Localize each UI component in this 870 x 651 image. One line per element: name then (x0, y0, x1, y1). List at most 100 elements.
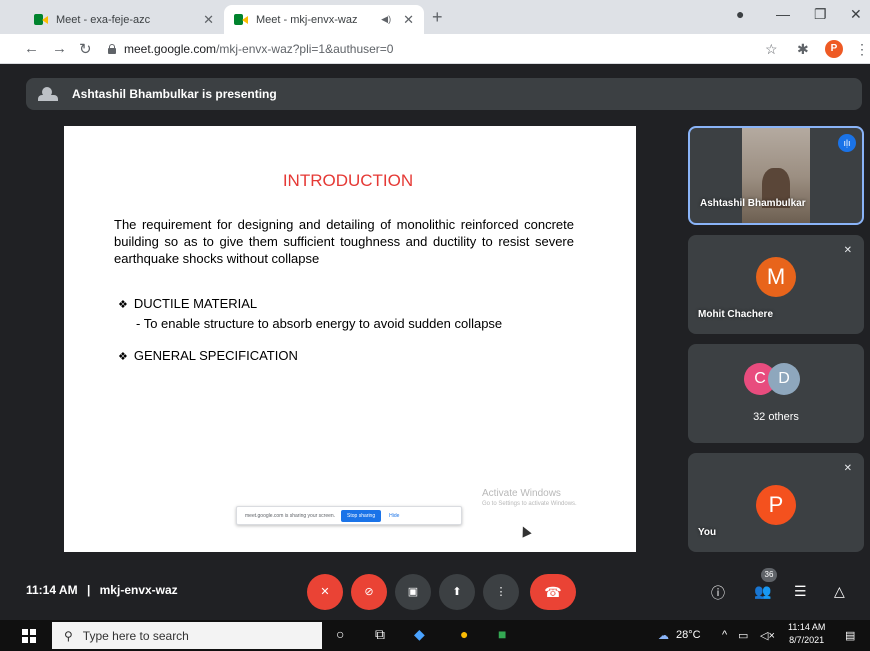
leave-call-button[interactable]: ☎ (530, 574, 576, 610)
bullet-diamond-icon: ❖ (118, 299, 128, 311)
restore-icon[interactable]: ❐ (814, 6, 827, 23)
camera-off-icon: ⊘ (364, 586, 374, 598)
others-tile[interactable]: C D 32 others (688, 344, 864, 443)
minimize-icon[interactable]: — (776, 6, 790, 22)
bullet-text: GENERAL SPECIFICATION (133, 348, 298, 363)
url-host: meet.google.com (124, 42, 217, 56)
taskbar-clock[interactable]: 11:14 AM 8/7/2021 (788, 621, 825, 647)
profile-avatar[interactable]: P (825, 40, 843, 58)
address-bar[interactable]: meet.google.com/mkj-envx-waz?pli=1&authu… (108, 39, 798, 59)
more-vert-icon: ⋮ (495, 586, 507, 598)
bullet-text: DUCTILE MATERIAL (133, 296, 258, 311)
browser-toolbar: ← → ↻ meet.google.com/mkj-envx-waz?pli=1… (0, 34, 870, 64)
participant-video (742, 128, 810, 223)
chat-icon[interactable]: ☰ (794, 583, 807, 600)
slide-title: INTRODUCTION (282, 171, 414, 190)
menu-icon[interactable]: ⋮ (855, 41, 869, 58)
captions-button[interactable]: ▣ (395, 574, 431, 610)
weather-icon[interactable]: ☁ (658, 629, 669, 642)
mouse-cursor-icon (518, 524, 532, 538)
slide-sub-bullet: - To enable structure to absorb energy t… (136, 316, 503, 331)
forward-icon[interactable]: → (52, 40, 67, 57)
activate-windows-watermark: Activate Windows Go to Settings to activ… (482, 488, 577, 507)
participant-name: Mohit Chachere (698, 309, 774, 320)
separator: | (86, 583, 91, 597)
clock-date: 8/7/2021 (789, 635, 825, 645)
temperature[interactable]: 28°C (676, 629, 701, 641)
avatar: D (768, 363, 800, 395)
search-placeholder: Type here to search (82, 628, 189, 643)
lock-icon[interactable] (108, 44, 116, 54)
windows-start-icon[interactable] (22, 629, 36, 643)
audio-playing-icon[interactable]: ◀) (381, 14, 391, 25)
avatar: P (756, 485, 796, 525)
presenter-avatar-icon (38, 87, 60, 101)
presenting-banner: Ashtashil Bhambulkar is presenting (26, 78, 862, 110)
browser-tab-active[interactable]: Meet - mkj-envx-waz ◀) ✕ (224, 5, 424, 34)
info-icon[interactable]: ⓘ (711, 583, 725, 603)
meeting-controls: 11:14 AM | mkj-envx-waz ✕ ⊘ ▣ ⬆ ⋮ ☎ ⓘ 36… (0, 568, 870, 618)
activities-icon[interactable]: △ (834, 583, 845, 600)
mic-off-icon: ✕ (843, 463, 852, 474)
meeting-code: mkj-envx-waz (99, 583, 178, 597)
close-tab-icon[interactable]: ✕ (403, 12, 414, 28)
app-icon[interactable]: ◆ (414, 626, 425, 643)
mic-off-icon: ✕ (843, 245, 852, 256)
self-tile[interactable]: ✕ P You (688, 453, 864, 552)
speaking-indicator-icon: ıḷı (838, 134, 856, 152)
captions-icon: ▣ (407, 586, 419, 598)
cortana-icon[interactable]: ○ (336, 626, 344, 642)
bullet-diamond-icon: ❖ (118, 351, 128, 363)
stop-sharing-button[interactable]: Stop sharing (341, 509, 382, 522)
slide-bullet: ❖ GENERAL SPECIFICATION (118, 348, 298, 363)
participant-name: You (698, 527, 717, 538)
browser-tab[interactable]: Meet - exa-feje-azc ✕ (24, 5, 224, 34)
others-count: 32 others (753, 411, 799, 423)
participant-tile[interactable]: ✕ M Mohit Chachere (688, 235, 864, 334)
people-count-badge: 36 (761, 568, 777, 582)
meeting-details: 11:14 AM | mkj-envx-waz (26, 583, 178, 597)
reload-icon[interactable]: ↻ (79, 40, 92, 58)
task-view-icon[interactable]: ⧉ (375, 626, 385, 643)
volume-icon[interactable]: ◁× (760, 629, 775, 642)
close-tab-icon[interactable]: ✕ (203, 12, 214, 28)
tray-chevron-icon[interactable]: ^ (722, 629, 727, 641)
slide-body: The requirement for designing and detail… (114, 217, 574, 266)
meet-app-icon[interactable]: ■ (498, 626, 506, 642)
share-notice-text: meet.google.com is sharing your screen. (245, 512, 336, 519)
tab-title: Meet - exa-feje-azc (56, 13, 151, 26)
back-icon[interactable]: ← (24, 40, 39, 57)
slide-bullet: ❖ DUCTILE MATERIAL (118, 296, 257, 311)
participant-tile[interactable]: ıḷı Ashtashil Bhambulkar (688, 126, 864, 225)
hide-button[interactable]: Hide (389, 513, 399, 519)
extensions-icon[interactable]: ✱ (797, 41, 809, 58)
participant-name: Ashtashil Bhambulkar (700, 198, 806, 209)
camera-toggle-button[interactable]: ⊘ (351, 574, 387, 610)
meet-favicon-icon (34, 14, 48, 25)
people-icon[interactable]: 👥 (754, 583, 771, 600)
clock-time: 11:14 AM (788, 622, 826, 632)
activate-subtitle: Go to Settings to activate Windows. (482, 501, 577, 507)
notifications-icon[interactable]: ▤ (845, 629, 855, 642)
mic-toggle-button[interactable]: ✕ (307, 574, 343, 610)
hang-up-icon: ☎ (544, 584, 562, 600)
star-icon[interactable]: ☆ (765, 41, 778, 58)
new-tab-icon[interactable]: + (432, 7, 443, 28)
avatar: M (756, 257, 796, 297)
chrome-icon[interactable]: ● (460, 626, 468, 642)
tab-title: Meet - mkj-envx-waz (256, 13, 358, 26)
presentation-slide: INTRODUCTION The requirement for designi… (64, 126, 636, 552)
present-icon: ⬆ (452, 586, 462, 598)
taskbar-search[interactable]: ⚲ Type here to search (52, 622, 322, 649)
record-icon[interactable]: ● (736, 6, 744, 22)
more-options-button[interactable]: ⋮ (483, 574, 519, 610)
close-window-icon[interactable]: ✕ (850, 6, 862, 23)
network-icon[interactable]: ▭ (738, 629, 748, 642)
present-button[interactable]: ⬆ (439, 574, 475, 610)
mic-off-icon: ✕ (320, 586, 330, 598)
url-path: /mkj-envx-waz?pli=1&authuser=0 (216, 42, 394, 56)
meeting-time: 11:14 AM (26, 583, 78, 597)
search-icon: ⚲ (64, 628, 73, 643)
meet-main: Ashtashil Bhambulkar is presenting INTRO… (0, 65, 870, 620)
presenting-text: Ashtashil Bhambulkar is presenting (72, 87, 277, 101)
